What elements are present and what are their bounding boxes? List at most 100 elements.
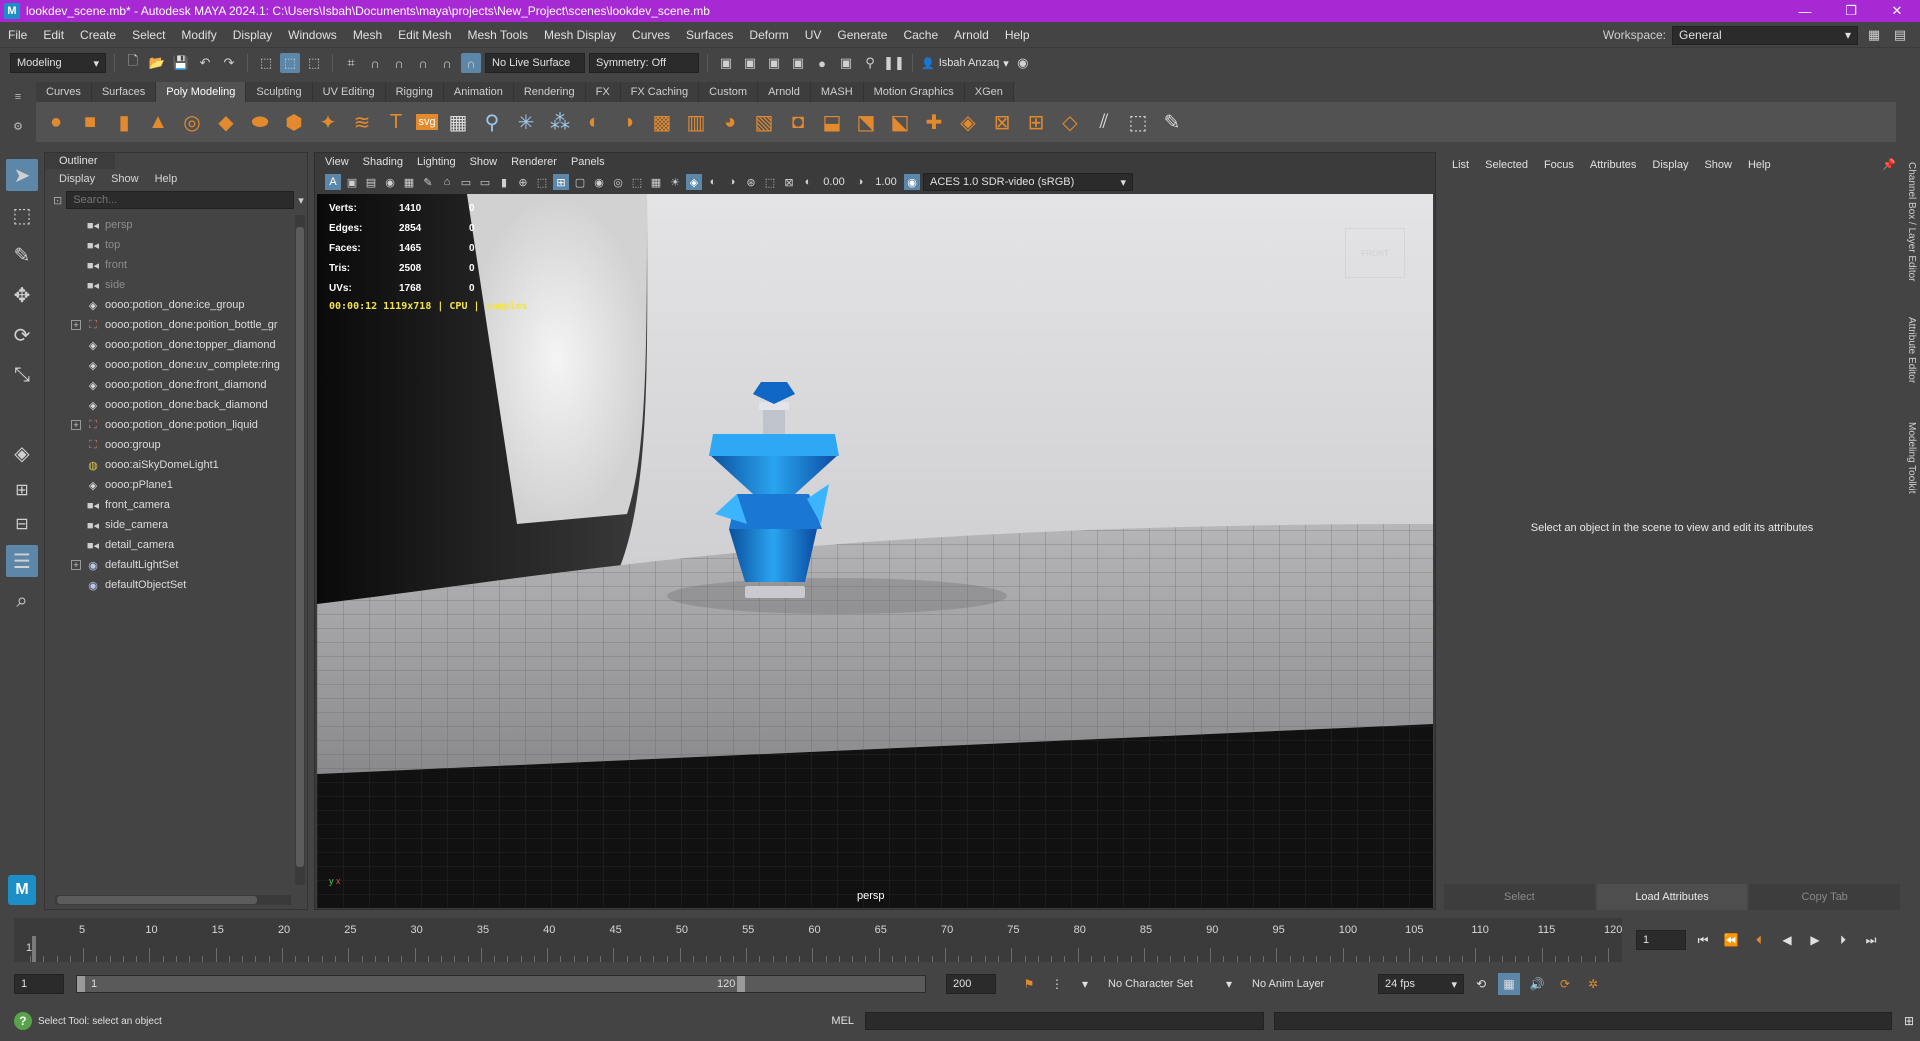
attribute-menu-attributes[interactable]: Attributes	[1590, 159, 1636, 171]
camera-lock-icon[interactable]: ⌂	[439, 174, 455, 190]
poly-svg-icon[interactable]: svg	[416, 114, 438, 130]
maximize-button[interactable]: ❐	[1828, 0, 1874, 22]
menu-create[interactable]: Create	[72, 28, 124, 42]
outliner-item[interactable]: + ◉ defaultLightSet	[45, 555, 293, 575]
search-icon[interactable]: ⌕	[6, 585, 38, 617]
undo-icon[interactable]: ↶	[195, 53, 215, 73]
poly-sphere-icon[interactable]: ●	[42, 108, 70, 136]
script-editor-icon[interactable]: ⊞	[1898, 1010, 1920, 1032]
fps-dropdown[interactable]: 24 fps ▾	[1378, 974, 1464, 994]
mirror-icon[interactable]: ▧	[750, 108, 778, 136]
scale-tool-icon[interactable]: ⤡	[6, 359, 38, 391]
wireframe-icon[interactable]: ▢	[572, 174, 588, 190]
go-to-end-icon[interactable]: ⏭	[1860, 929, 1882, 951]
attribute-menu-list[interactable]: List	[1452, 159, 1469, 171]
render-settings-icon[interactable]: ▣	[788, 53, 808, 73]
shelf-tab-fx[interactable]: FX	[585, 82, 621, 102]
four-view-icon[interactable]: ⊞	[6, 477, 38, 503]
shelf-tab-sculpting[interactable]: Sculpting	[246, 82, 313, 102]
xray-joints-icon[interactable]: ⊠	[781, 174, 797, 190]
camera-select-icon[interactable]: A	[325, 174, 341, 190]
menu-modify[interactable]: Modify	[173, 28, 224, 42]
view-cube[interactable]: FRONT	[1345, 228, 1405, 278]
character-set-dropdown[interactable]: No Character Set	[1102, 974, 1212, 994]
scrollbar-thumb[interactable]	[57, 896, 257, 904]
chevron-down-icon[interactable]: ▾	[1074, 973, 1096, 995]
outliner-item[interactable]: ◈ oooo:potion_done:uv_complete:ring	[45, 355, 293, 375]
bridge-icon[interactable]: ◘	[784, 108, 812, 136]
wireframe-on-shaded-icon[interactable]: ◎	[610, 174, 626, 190]
menu-select[interactable]: Select	[124, 28, 173, 42]
play-backward-icon[interactable]: ◀	[1776, 929, 1798, 951]
gate-mask-icon[interactable]: ▮	[496, 174, 512, 190]
outliner-item[interactable]: ◉ defaultObjectSet	[45, 575, 293, 595]
menu-display[interactable]: Display	[225, 28, 280, 42]
tab-channel-box[interactable]: Channel Box / Layer Editor	[1906, 162, 1917, 282]
poly-cube-icon[interactable]: ■	[76, 108, 104, 136]
outliner-vertical-scrollbar[interactable]	[295, 215, 305, 885]
bevel-icon[interactable]: ⬔	[852, 108, 880, 136]
menu-windows[interactable]: Windows	[280, 28, 345, 42]
insert-loop-icon[interactable]: ⫽	[1090, 108, 1118, 136]
outliner-item[interactable]: ■◂ side	[45, 275, 293, 295]
bookmark-icon[interactable]: ▤	[363, 174, 379, 190]
select-button[interactable]: Select	[1444, 884, 1595, 910]
gamma-icon[interactable]: ◑	[852, 174, 868, 190]
menu-edit[interactable]: Edit	[35, 28, 72, 42]
smooth-shade-icon[interactable]: ◉	[591, 174, 607, 190]
user-account[interactable]: 👤 Isbah Anzaq ▾	[921, 57, 1009, 70]
range-slider[interactable]: 1 120	[76, 975, 926, 993]
range-end-handle[interactable]	[737, 976, 745, 992]
go-to-start-icon[interactable]: ⏮	[1692, 929, 1714, 951]
select-component-icon[interactable]: ⬚	[304, 53, 324, 73]
outliner-item[interactable]: ◈ oooo:potion_done:front_diamond	[45, 375, 293, 395]
load-attributes-button[interactable]: Load Attributes	[1596, 884, 1748, 910]
shelf-tab-motion-graphics[interactable]: Motion Graphics	[863, 82, 965, 102]
pause-icon[interactable]: ❚❚	[883, 53, 905, 73]
2d-pan-icon[interactable]: ▦	[401, 174, 417, 190]
shelf-tab-poly-modeling[interactable]: Poly Modeling	[156, 82, 247, 102]
anim-prefs-icon[interactable]: ✲	[1582, 973, 1604, 995]
extrude-icon[interactable]: ⬓	[818, 108, 846, 136]
boolean-icon[interactable]: ◕	[716, 108, 744, 136]
uv-editor-icon[interactable]: ▦	[444, 108, 472, 136]
exposure-icon[interactable]: ◐	[800, 174, 816, 190]
tab-modeling-toolkit[interactable]: Modeling Toolkit	[1906, 422, 1917, 494]
grease-pencil-icon[interactable]: ✎	[420, 174, 436, 190]
outliner-item[interactable]: ■◂ top	[45, 235, 293, 255]
rotate-tool-icon[interactable]: ⟳	[6, 319, 38, 351]
select-hierarchy-icon[interactable]: ⬚	[256, 53, 276, 73]
connect-icon[interactable]: ⁂	[546, 108, 574, 136]
minimize-button[interactable]: —	[1782, 0, 1828, 22]
shelf-tab-arnold[interactable]: Arnold	[758, 82, 811, 102]
paint-select-icon[interactable]: ✎	[6, 239, 38, 271]
menu-uv[interactable]: UV	[797, 28, 830, 42]
attribute-menu-display[interactable]: Display	[1652, 159, 1688, 171]
range-start-handle[interactable]	[77, 976, 85, 992]
menu-mesh-tools[interactable]: Mesh Tools	[460, 28, 536, 42]
live-surface-field[interactable]: No Live Surface	[485, 53, 585, 73]
outliner-item[interactable]: ■◂ side_camera	[45, 515, 293, 535]
attribute-menu-focus[interactable]: Focus	[1544, 159, 1574, 171]
viewport-render[interactable]: Verts: 1410 0 Edges: 2854 0 Faces: 1465 0 Tris: 25…	[317, 194, 1433, 908]
shelf-gear-icon[interactable]: ⚙	[13, 120, 23, 133]
field-chart-icon[interactable]: ⊕	[515, 174, 531, 190]
pin-icon[interactable]: 📌	[1882, 158, 1896, 171]
viewport-menu-panels[interactable]: Panels	[571, 156, 605, 168]
render-view-icon[interactable]: ▣	[716, 53, 736, 73]
animation-start-field[interactable]: 1	[14, 974, 64, 994]
evaluation-icon[interactable]: ⟳	[1554, 973, 1576, 995]
expand-icon[interactable]: +	[71, 560, 81, 570]
step-forward-frame-icon[interactable]: ⏵	[1832, 929, 1854, 951]
menu-curves[interactable]: Curves	[624, 28, 678, 42]
outliner-item[interactable]: ■◂ front_camera	[45, 495, 293, 515]
menu-help[interactable]: Help	[997, 28, 1038, 42]
viewport-menu-renderer[interactable]: Renderer	[511, 156, 557, 168]
extract-icon[interactable]: ▥	[682, 108, 710, 136]
shelf-tab-uv-editing[interactable]: UV Editing	[312, 82, 386, 102]
viewport-menu-view[interactable]: View	[325, 156, 349, 168]
menu-deform[interactable]: Deform	[741, 28, 796, 42]
help-circle-icon[interactable]: ◉	[1013, 53, 1033, 73]
new-scene-icon[interactable]: 🗋	[123, 53, 143, 73]
open-scene-icon[interactable]: 📂	[147, 53, 167, 73]
